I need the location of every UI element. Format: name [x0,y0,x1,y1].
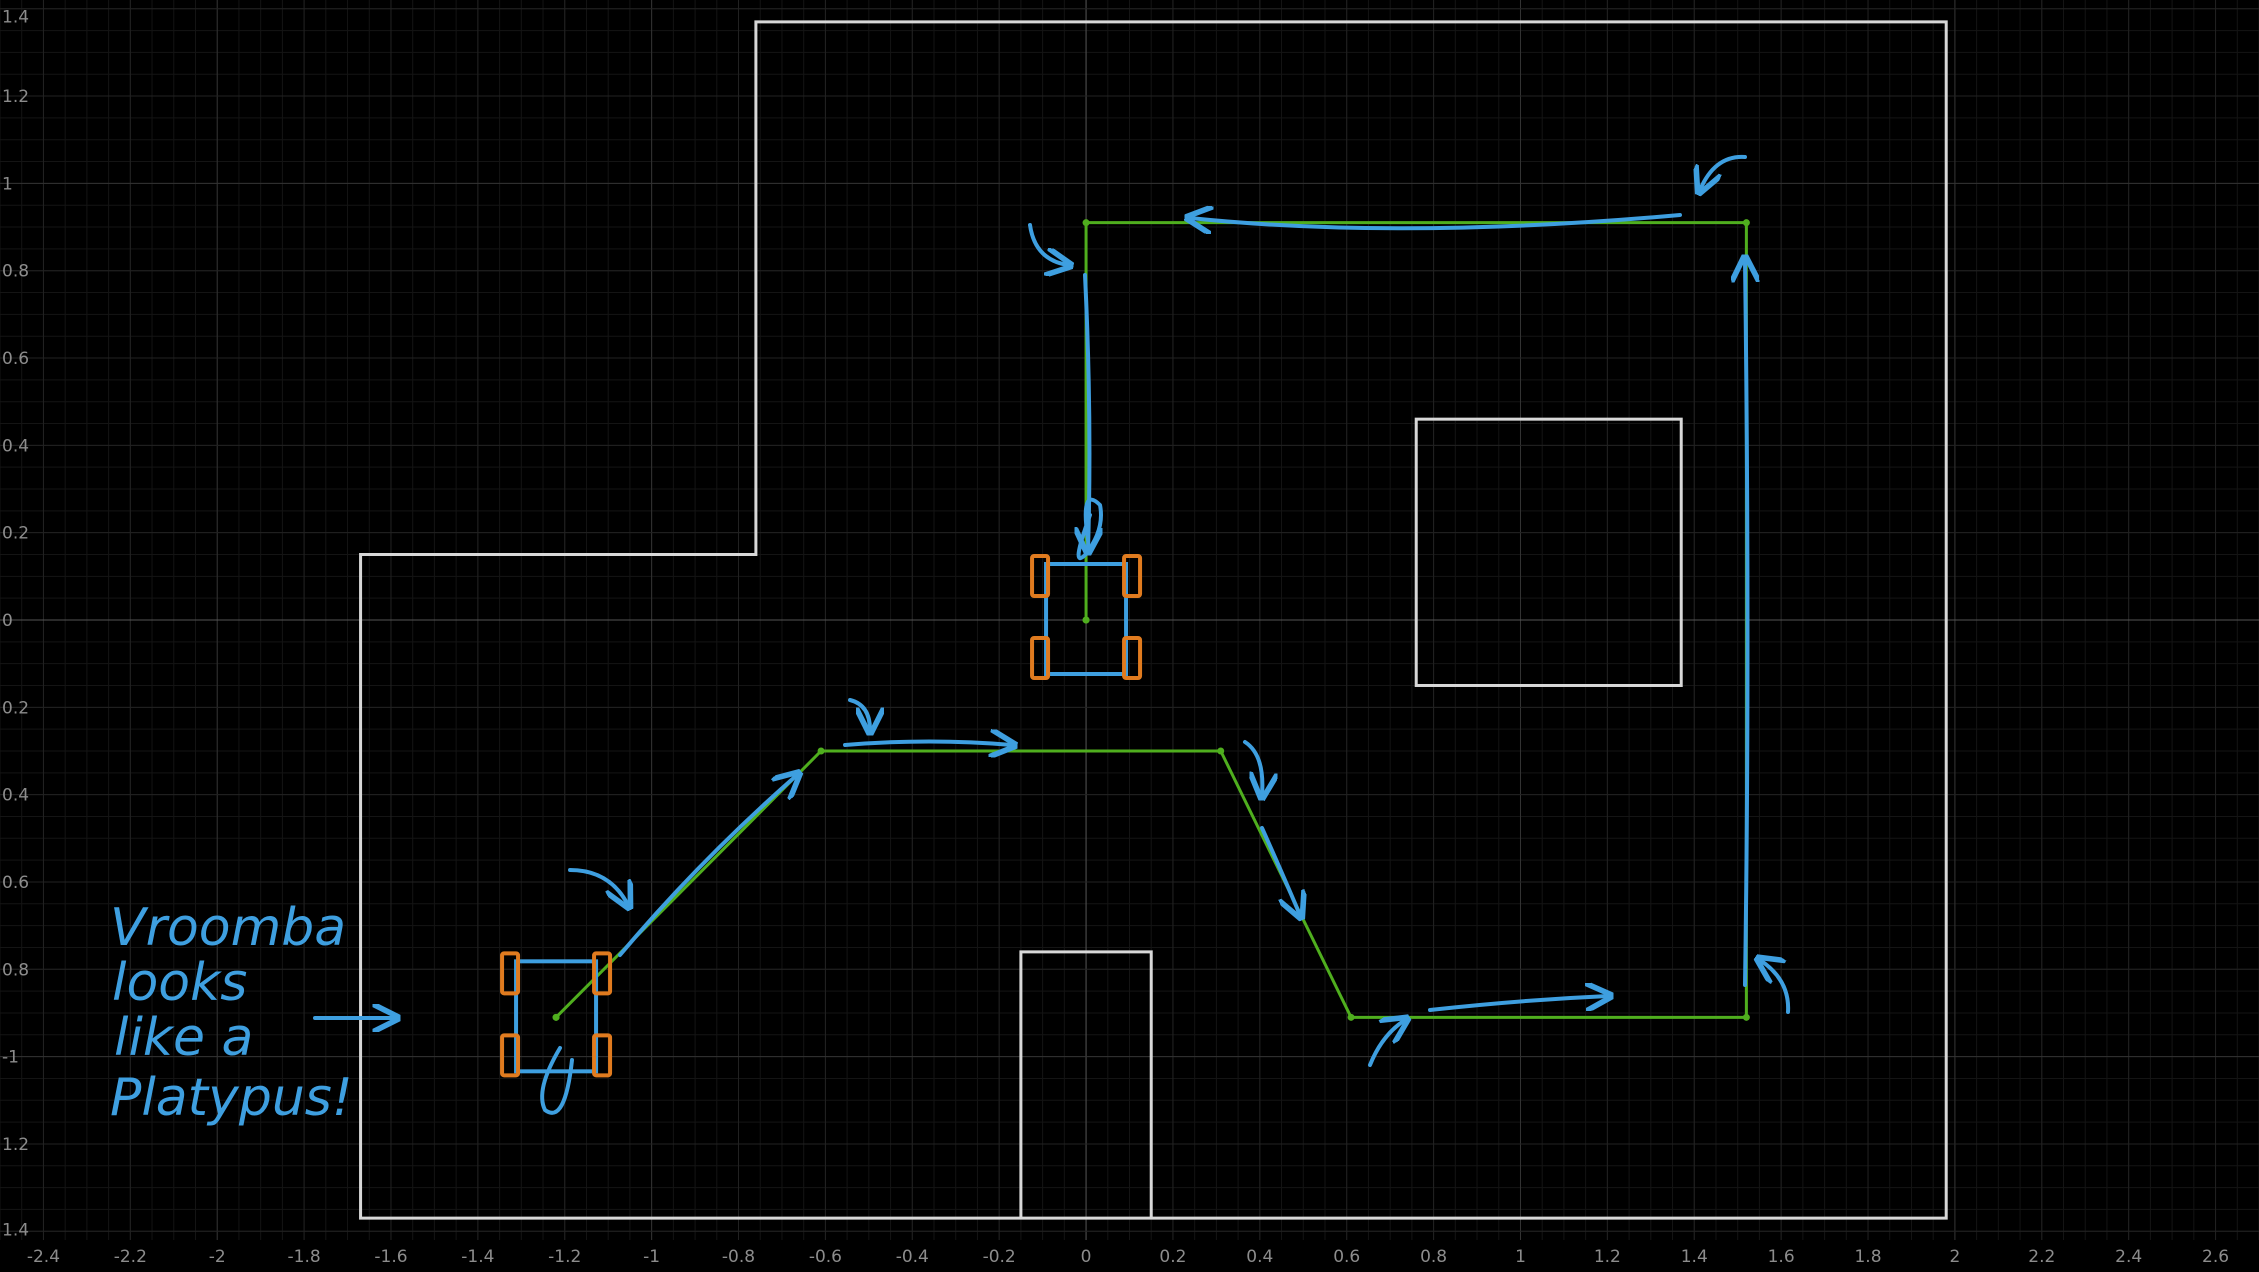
x-tick-label: -2.2 [114,1247,147,1267]
path-waypoint [1217,747,1225,755]
path-waypoint [1347,1013,1355,1021]
x-tick-label: 0.8 [1420,1247,1447,1267]
y-tick-label: 0.4 [2,436,29,456]
path-waypoint [817,747,825,755]
robot-center [1082,616,1090,624]
x-tick-label: -2.4 [27,1247,60,1267]
y-tick-label: 1.4 [2,8,29,28]
x-tick-label: 1.2 [1594,1247,1621,1267]
x-tick-label: 2.2 [2028,1247,2055,1267]
note-line-3: like a [114,1008,253,1068]
x-tick-label: 2.4 [2115,1247,2142,1267]
note-line-1: Vroomba [110,898,346,958]
y-tick-label: 0.6 [2,349,29,369]
x-tick-label: 0.4 [1246,1247,1273,1267]
y-tick-label: 0.8 [2,262,29,282]
x-tick-label: 1.4 [1681,1247,1708,1267]
y-tick-label: 1.2 [2,87,29,107]
note-line-2: looks [112,953,247,1013]
x-tick-label: 2.6 [2202,1247,2229,1267]
x-tick-label: 1.8 [1854,1247,1881,1267]
y-tick-label: 0.2 [2,524,29,544]
path-waypoint [1742,219,1750,227]
y-tick-label: -1 [2,1048,19,1068]
x-tick-label: 2 [1949,1247,1960,1267]
x-tick-label: -1.2 [548,1247,581,1267]
y-tick-label: 0.4 [2,786,29,806]
x-tick-label: -0.6 [809,1247,842,1267]
x-tick-label: -0.8 [722,1247,755,1267]
y-tick-label: 0.6 [2,873,29,893]
y-tick-label: 1.2 [2,1135,29,1155]
y-tick-label: 1 [2,174,13,194]
path-waypoint [1742,1013,1750,1021]
x-tick-label: -0.2 [983,1247,1016,1267]
x-tick-label: 1 [1515,1247,1526,1267]
x-tick-label: -0.4 [896,1247,929,1267]
x-tick-label: 0 [1081,1247,1092,1267]
field-canvas: -2.4 -2.2 -2 -1.8 -1.6 -1.4 -1.2 -1 -0.8 -0.6 -0.4… [0,0,2259,1272]
robot-center [552,1013,560,1021]
note-line-4: Platypus! [110,1068,353,1128]
y-tick-label: 0 [2,611,13,631]
x-tick-label: 0.2 [1159,1247,1186,1267]
path-waypoint [1082,219,1090,227]
y-tick-label: 0.8 [2,960,29,980]
x-tick-label: 1.6 [1768,1247,1795,1267]
x-tick-label: 0.6 [1333,1247,1360,1267]
y-tick-label: 0.2 [2,698,29,718]
x-tick-label: -1.4 [461,1247,494,1267]
y-tick-label: 1.4 [2,1220,29,1240]
x-tick-label: -1.6 [374,1247,407,1267]
x-tick-label: -1 [643,1247,660,1267]
x-tick-label: -1.8 [288,1247,321,1267]
x-tick-label: -2 [209,1247,226,1267]
